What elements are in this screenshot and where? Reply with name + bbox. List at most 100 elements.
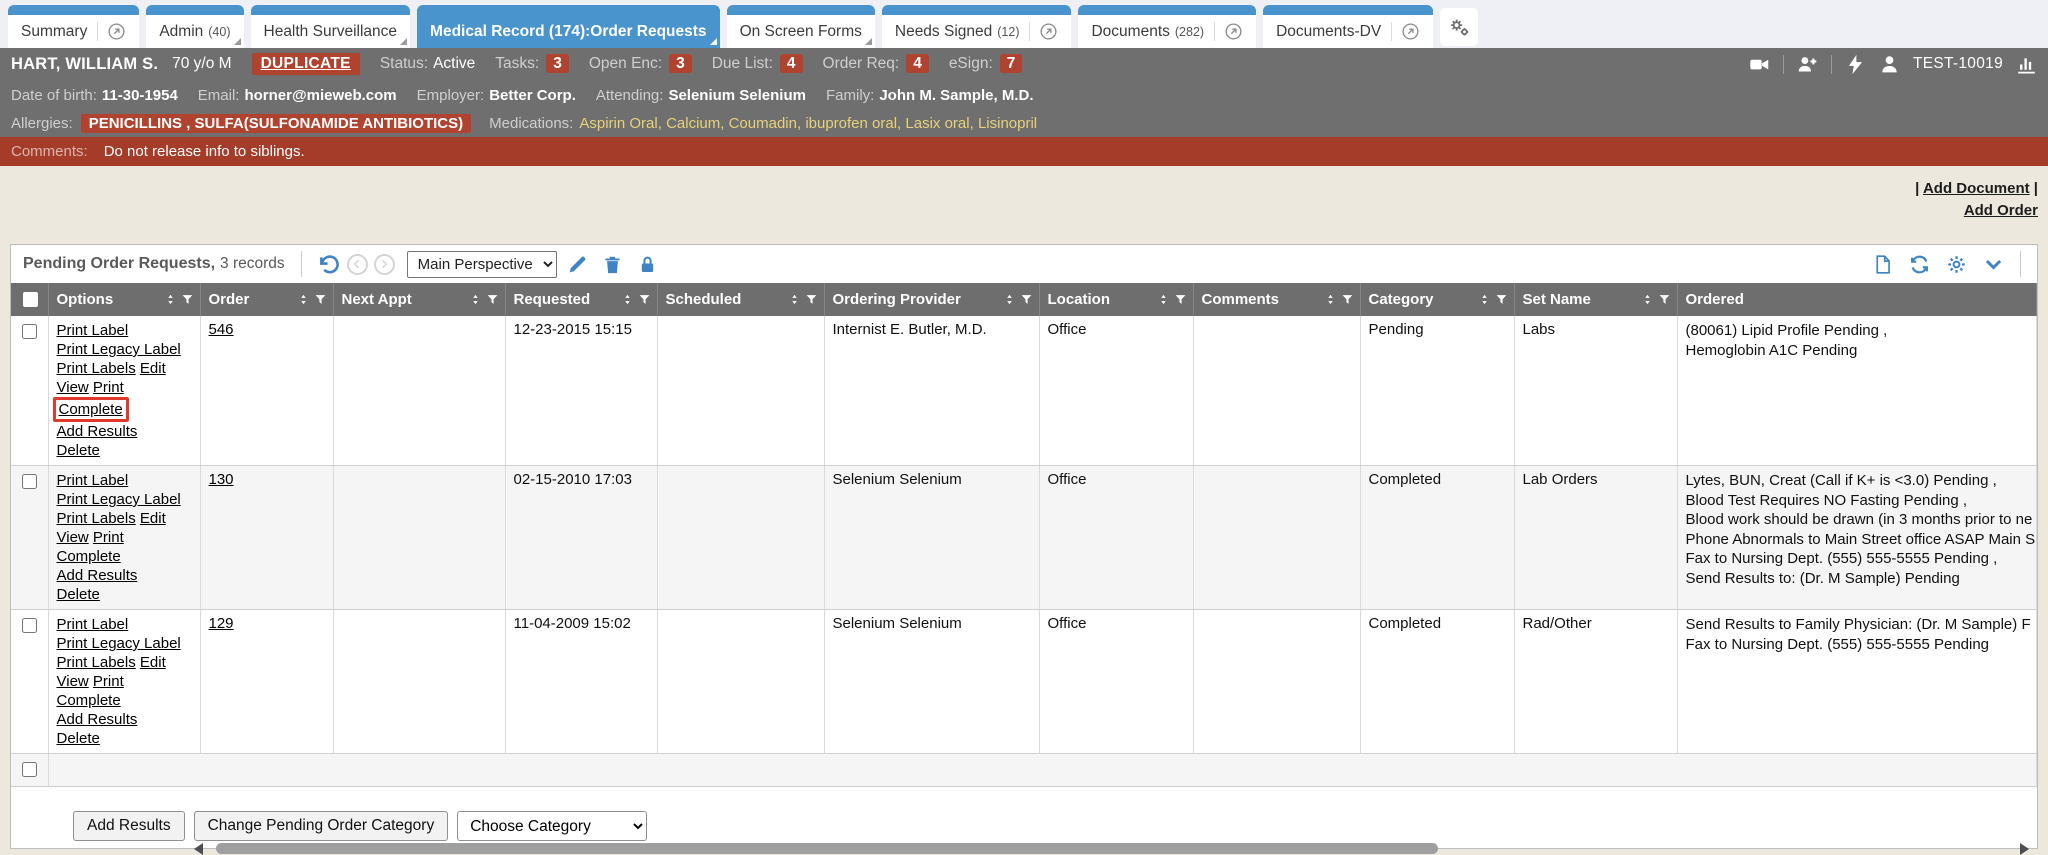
select-all-checkbox[interactable]	[11, 283, 48, 316]
options-link-print-legacy-label[interactable]: Print Legacy Label	[57, 635, 181, 652]
options-link-delete[interactable]: Delete	[57, 442, 100, 459]
options-link-delete[interactable]: Delete	[57, 586, 100, 603]
filter-icon[interactable]	[1658, 293, 1671, 306]
gear-icon[interactable]	[1946, 254, 1967, 275]
tab-summary[interactable]: Summary	[8, 5, 139, 48]
column-header-set-name[interactable]: Set Name	[1514, 283, 1677, 316]
order-number-link[interactable]: 129	[209, 615, 234, 632]
options-link-view[interactable]: View	[57, 379, 89, 396]
select-all-checkbox-box[interactable]	[23, 292, 38, 307]
tab-on-screen-forms[interactable]: On Screen Forms	[727, 5, 875, 48]
sort-icon[interactable]	[1478, 293, 1491, 306]
sort-icon[interactable]	[1157, 293, 1170, 306]
column-header-requested[interactable]: Requested	[505, 283, 657, 316]
column-header-ordering-provider[interactable]: Ordering Provider	[824, 283, 1039, 316]
undo-icon[interactable]	[318, 253, 341, 276]
lock-icon[interactable]	[637, 254, 658, 275]
sort-icon[interactable]	[1324, 293, 1337, 306]
row-checkbox[interactable]	[22, 618, 37, 633]
refresh-icon[interactable]	[1909, 254, 1930, 275]
options-link-print-label[interactable]: Print Label	[57, 472, 129, 489]
filter-icon[interactable]	[1174, 293, 1187, 306]
options-link-print-label[interactable]: Print Label	[57, 616, 129, 633]
settings-gears-button[interactable]	[1440, 8, 1478, 46]
medication-link-aspirin-oral[interactable]: Aspirin Oral	[579, 115, 657, 132]
options-link-print-labels[interactable]: Print Labels	[57, 360, 136, 377]
medication-link-coumadin[interactable]: Coumadin	[729, 115, 797, 132]
duplicate-badge[interactable]: DUPLICATE	[252, 53, 360, 75]
filter-icon[interactable]	[1341, 293, 1354, 306]
column-header-ordered[interactable]: Ordered	[1677, 283, 2037, 316]
sort-icon[interactable]	[164, 293, 177, 306]
order-req-count-badge[interactable]: 4	[906, 54, 929, 73]
options-link-add-results[interactable]: Add Results	[57, 567, 138, 584]
options-link-view[interactable]: View	[57, 673, 89, 690]
video-call-icon[interactable]	[1749, 54, 1770, 75]
add-order-link[interactable]: Add Order	[1964, 202, 2038, 219]
filter-icon[interactable]	[805, 293, 818, 306]
perspective-select[interactable]: Main Perspective	[407, 251, 557, 278]
external-link-icon[interactable]	[1391, 22, 1420, 41]
column-header-location[interactable]: Location	[1039, 283, 1193, 316]
filter-icon[interactable]	[638, 293, 651, 306]
sort-icon[interactable]	[621, 293, 634, 306]
options-link-delete[interactable]: Delete	[57, 730, 100, 747]
filter-icon[interactable]	[1495, 293, 1508, 306]
tab-medical-record-174-order-requests[interactable]: Medical Record (174):Order Requests	[417, 5, 720, 48]
filter-icon[interactable]	[314, 293, 327, 306]
options-link-add-results[interactable]: Add Results	[57, 711, 138, 728]
sort-icon[interactable]	[297, 293, 310, 306]
column-header-next-appt[interactable]: Next Appt	[333, 283, 505, 316]
scroll-left-arrow-icon[interactable]	[194, 843, 203, 855]
delete-trash-icon[interactable]	[602, 254, 623, 275]
column-header-scheduled[interactable]: Scheduled	[657, 283, 824, 316]
column-header-options[interactable]: Options	[48, 283, 200, 316]
add-document-link[interactable]: Add Document	[1923, 180, 2030, 197]
order-number-link[interactable]: 546	[209, 321, 234, 338]
external-link-icon[interactable]	[1029, 22, 1058, 41]
options-link-edit[interactable]: Edit	[140, 360, 166, 377]
medication-link-ibuprofen-oral[interactable]: ibuprofen oral	[805, 115, 897, 132]
scroll-right-arrow-icon[interactable]	[2020, 843, 2029, 855]
scrollbar-thumb[interactable]	[216, 843, 1438, 854]
options-link-complete[interactable]: Complete	[59, 401, 123, 418]
sort-icon[interactable]	[788, 293, 801, 306]
patient-icon[interactable]	[1879, 54, 1900, 75]
horizontal-scrollbar[interactable]	[11, 841, 2037, 855]
external-link-icon[interactable]	[1214, 22, 1243, 41]
options-link-print[interactable]: Print	[93, 673, 124, 690]
medication-link-lasix-oral[interactable]: Lasix oral	[905, 115, 969, 132]
next-page-icon[interactable]	[374, 254, 395, 275]
options-link-complete[interactable]: Complete	[57, 692, 121, 709]
row-checkbox[interactable]	[22, 762, 37, 777]
row-checkbox[interactable]	[22, 324, 37, 339]
medication-link-calcium[interactable]: Calcium	[666, 115, 720, 132]
order-number-link[interactable]: 130	[209, 471, 234, 488]
prev-page-icon[interactable]	[347, 254, 368, 275]
esign-count-badge[interactable]: 7	[1000, 54, 1023, 73]
add-results-button[interactable]: Add Results	[73, 811, 185, 841]
options-link-edit[interactable]: Edit	[140, 654, 166, 671]
allergies-badge[interactable]: PENICILLINS , SULFA(SULFONAMIDE ANTIBIOT…	[81, 114, 471, 133]
options-link-print-legacy-label[interactable]: Print Legacy Label	[57, 341, 181, 358]
sort-icon[interactable]	[1003, 293, 1016, 306]
options-link-print-label[interactable]: Print Label	[57, 322, 129, 339]
options-link-print[interactable]: Print	[93, 529, 124, 546]
chart-icon[interactable]	[2016, 54, 2037, 75]
edit-pencil-icon[interactable]	[567, 254, 588, 275]
tasks-count-badge[interactable]: 3	[546, 54, 569, 73]
tab-documents-dv[interactable]: Documents-DV	[1263, 5, 1433, 48]
sort-icon[interactable]	[1641, 293, 1654, 306]
column-header-comments[interactable]: Comments	[1193, 283, 1360, 316]
due-list-count-badge[interactable]: 4	[780, 54, 803, 73]
sort-icon[interactable]	[469, 293, 482, 306]
tab-admin[interactable]: Admin(40)	[146, 5, 243, 48]
options-link-complete[interactable]: Complete	[57, 548, 121, 565]
filter-icon[interactable]	[1020, 293, 1033, 306]
options-link-view[interactable]: View	[57, 529, 89, 546]
collapse-chevron-icon[interactable]	[1983, 254, 2004, 275]
external-link-icon[interactable]	[97, 22, 126, 41]
change-pending-order-category-button[interactable]: Change Pending Order Category	[194, 811, 449, 841]
add-patient-icon[interactable]	[1797, 54, 1818, 75]
flash-icon[interactable]	[1845, 54, 1866, 75]
